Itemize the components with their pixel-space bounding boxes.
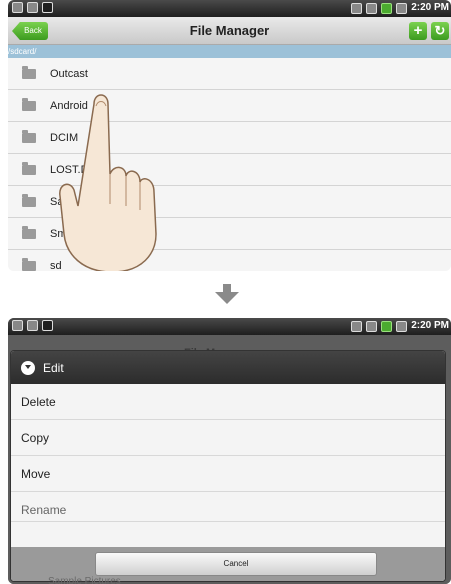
notification-icon: [27, 2, 38, 13]
sd-card-icon: [42, 2, 53, 13]
sim-icon: [351, 2, 363, 14]
edit-dialog: Edit Delete Copy Move Rename Cancel: [11, 351, 445, 581]
plus-icon: +: [413, 22, 423, 39]
notification-icon: [27, 320, 38, 331]
menu-item-delete[interactable]: Delete: [11, 384, 445, 420]
arrow-down-icon: [215, 284, 239, 304]
usb-icon: [12, 2, 23, 13]
path-breadcrumb: /sdcard/: [8, 45, 451, 58]
dropdown-circle-icon: [21, 360, 35, 375]
battery-icon: [381, 320, 393, 332]
status-bar: 2:20 PM: [8, 0, 451, 17]
alarm-icon: [396, 320, 408, 332]
battery-icon: [381, 2, 393, 14]
dialog-title: Edit: [43, 360, 64, 375]
cancel-button[interactable]: Cancel: [95, 552, 377, 576]
status-time: 2:20 PM: [411, 320, 449, 331]
file-manager-screen: 2:20 PM Back File Manager + ↻ /sdcard/ O…: [8, 0, 451, 271]
refresh-icon: ↻: [434, 23, 446, 38]
folder-icon: [22, 97, 36, 111]
sim-icon: [351, 320, 363, 332]
dialog-header: Edit: [11, 351, 445, 384]
folder-icon: [22, 193, 36, 207]
folder-icon: [22, 257, 36, 271]
sd-card-icon: [42, 320, 53, 331]
add-button[interactable]: +: [409, 22, 427, 40]
folder-icon: [22, 65, 36, 79]
vibrate-icon: [366, 320, 378, 332]
folder-icon: [22, 129, 36, 143]
menu-item-move[interactable]: Move: [11, 456, 445, 492]
status-bar: 2:20 PM: [8, 318, 451, 335]
vibrate-icon: [366, 2, 378, 14]
refresh-button[interactable]: ↻: [431, 22, 449, 40]
background-list-text: Sample Pictures: [48, 576, 121, 584]
menu-item-copy[interactable]: Copy: [11, 420, 445, 456]
page-title: File Manager: [189, 23, 270, 38]
edit-dialog-screen: 2:20 PM File Manager Edit Delete Copy Mo…: [8, 318, 451, 584]
usb-icon: [12, 320, 23, 331]
menu-item-rename[interactable]: Rename: [11, 492, 445, 522]
folder-icon: [22, 161, 36, 175]
folder-icon: [22, 225, 36, 239]
alarm-icon: [396, 2, 408, 14]
file-name: Outcast: [50, 67, 88, 80]
status-time: 2:20 PM: [411, 2, 449, 13]
title-bar: Back File Manager + ↻: [8, 17, 451, 45]
hand-touch-icon: [59, 94, 157, 271]
